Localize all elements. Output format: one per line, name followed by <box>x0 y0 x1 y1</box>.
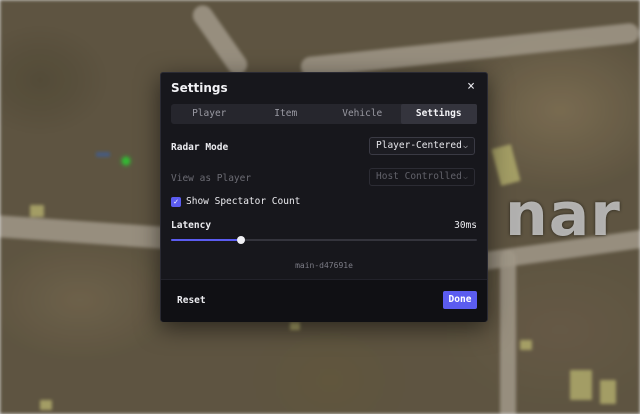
latency-value: 30ms <box>454 220 477 231</box>
tab-item[interactable]: Item <box>248 104 325 124</box>
radar-mode-value: Player-Centered <box>376 140 462 151</box>
view-as-player-value: Host Controlled <box>376 171 462 182</box>
show-spectator-checkbox[interactable]: ✓ <box>171 197 181 207</box>
check-icon: ✓ <box>173 197 179 206</box>
radar-mode-select[interactable]: Player-Centered ⌵ <box>369 137 475 155</box>
chevron-down-icon: ⌵ <box>463 172 468 181</box>
settings-dialog: Settings × Player Item Vehicle Settings … <box>160 72 488 322</box>
tab-settings[interactable]: Settings <box>400 104 477 124</box>
radar-mode-label: Radar Mode <box>171 142 229 153</box>
done-button[interactable]: Done <box>443 291 477 309</box>
reset-button[interactable]: Reset <box>177 295 206 306</box>
latency-label: Latency <box>171 220 212 231</box>
latency-slider[interactable] <box>171 236 477 244</box>
show-spectator-label[interactable]: Show Spectator Count <box>186 196 300 207</box>
tab-player[interactable]: Player <box>171 104 248 124</box>
view-as-player-label: View as Player <box>171 173 252 184</box>
close-icon[interactable]: × <box>463 79 479 95</box>
dialog-title: Settings <box>171 81 228 95</box>
chevron-down-icon: ⌵ <box>463 141 468 150</box>
build-version: main-d47691e <box>295 261 353 270</box>
tab-bar: Player Item Vehicle Settings <box>171 104 477 124</box>
dialog-footer: Reset Done <box>161 279 487 322</box>
latency-slider-thumb[interactable] <box>237 236 246 244</box>
latency-slider-fill <box>171 239 242 241</box>
tab-vehicle[interactable]: Vehicle <box>324 104 401 124</box>
view-as-player-select: Host Controlled ⌵ <box>369 168 475 186</box>
